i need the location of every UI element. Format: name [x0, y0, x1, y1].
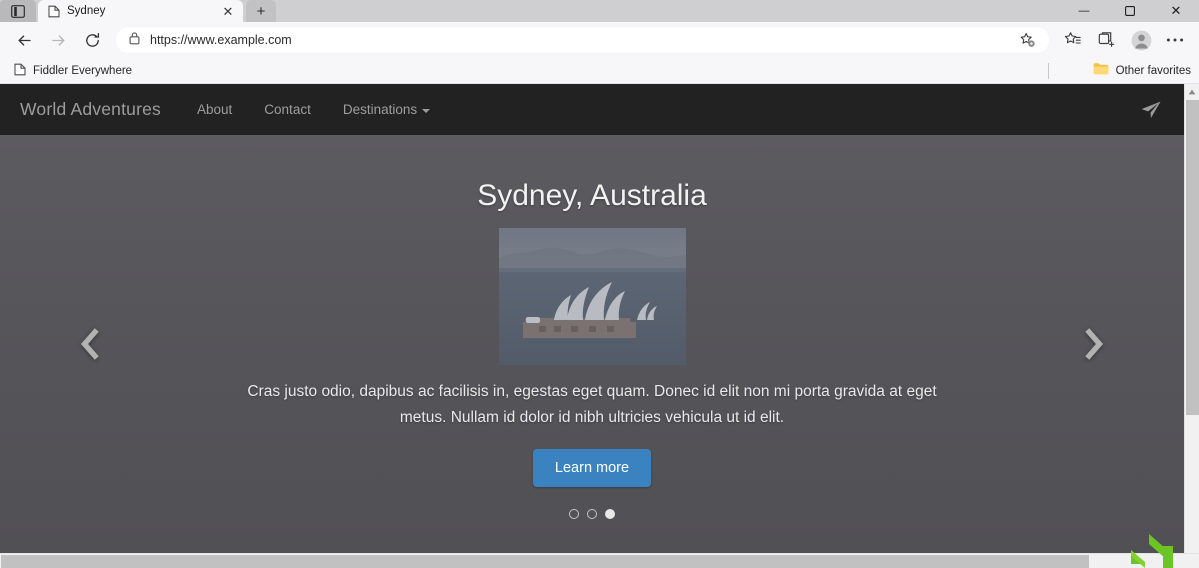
page-title: Sydney, Australia [477, 179, 707, 212]
vertical-scrollbar[interactable] [1184, 84, 1199, 553]
other-favorites-button[interactable]: Other favorites [1083, 58, 1191, 84]
carousel-slide: Sydney, Australia Cras justo odio, dapib… [0, 135, 1184, 519]
nav-link-about-label: About [197, 102, 233, 117]
page-viewport: World Adventures About Contact Destinati… [0, 84, 1199, 568]
chevron-left-icon[interactable] [68, 322, 112, 366]
address-bar[interactable]: https://www.example.com [116, 27, 1049, 53]
site-navbar: World Adventures About Contact Destinati… [0, 84, 1184, 135]
back-arrow-icon[interactable] [8, 25, 40, 55]
carousel-indicators [569, 509, 615, 519]
horizontal-scrollbar-thumb[interactable] [1, 555, 1089, 568]
nav-link-contact-label: Contact [264, 102, 311, 117]
browser-tab-sydney[interactable]: Sydney ✕ [38, 0, 243, 22]
split-screen-icon[interactable] [1091, 25, 1123, 55]
paper-plane-icon[interactable] [1140, 100, 1162, 120]
window-controls: — ✕ [1061, 0, 1199, 22]
collections-icon[interactable] [1057, 25, 1089, 55]
nav-link-contact[interactable]: Contact [250, 96, 325, 123]
lock-icon [128, 31, 141, 50]
web-page: World Adventures About Contact Destinati… [0, 84, 1184, 553]
address-bar-actions [1011, 25, 1043, 55]
browser-window: Sydney ✕ + — ✕ https://www.example.com F… [0, 0, 1199, 568]
close-window-button[interactable]: ✕ [1153, 0, 1199, 22]
carousel: Sydney, Australia Cras justo odio, dapib… [0, 135, 1184, 553]
more-ellipsis-icon[interactable] [1159, 25, 1191, 55]
page-icon [14, 63, 26, 79]
vertical-scrollbar-thumb[interactable] [1186, 100, 1199, 415]
other-favorites-label: Other favorites [1115, 65, 1191, 77]
refresh-icon[interactable] [76, 25, 108, 55]
url-text[interactable]: https://www.example.com [150, 33, 1002, 47]
site-brand[interactable]: World Adventures [20, 99, 183, 120]
carousel-indicator-3[interactable] [605, 509, 615, 519]
chevron-down-icon [422, 108, 431, 113]
tab-title: Sydney [67, 5, 106, 17]
browser-toolbar: https://www.example.com [0, 22, 1199, 58]
star-add-icon[interactable] [1011, 25, 1043, 55]
carousel-indicator-2[interactable] [587, 509, 597, 519]
learn-more-button[interactable]: Learn more [532, 449, 652, 487]
forward-arrow-icon[interactable] [42, 25, 74, 55]
maximize-button[interactable] [1107, 0, 1153, 22]
sydney-opera-house-image [498, 228, 686, 365]
horizontal-scrollbar[interactable] [0, 553, 1199, 568]
new-tab-button[interactable]: + [246, 0, 276, 22]
scroll-up-arrow-icon[interactable] [1185, 84, 1199, 99]
bookmarks-divider [1048, 63, 1049, 79]
site-nav-links: About Contact Destinations [183, 96, 444, 123]
tab-strip: Sydney ✕ + — ✕ [0, 0, 1199, 22]
bookmark-item-fiddler-everywhere[interactable]: Fiddler Everywhere [8, 61, 140, 81]
nav-link-about[interactable]: About [183, 96, 246, 123]
bookmark-label: Fiddler Everywhere [33, 64, 133, 77]
carousel-description: Cras justo odio, dapibus ac facilisis in… [247, 383, 937, 426]
carousel-indicator-1[interactable] [569, 509, 579, 519]
tab-actions-icon[interactable] [0, 0, 36, 22]
minimize-button[interactable]: — [1061, 0, 1107, 22]
close-icon[interactable]: ✕ [221, 4, 235, 18]
nav-link-destinations[interactable]: Destinations [329, 96, 444, 123]
chevron-right-icon[interactable] [1072, 322, 1116, 366]
page-icon [48, 5, 60, 18]
bookmarks-bar: Fiddler Everywhere Other favorites [0, 58, 1199, 84]
nav-link-destinations-label: Destinations [342, 102, 418, 117]
profile-avatar-icon[interactable] [1125, 25, 1157, 55]
folder-icon [1093, 62, 1109, 80]
